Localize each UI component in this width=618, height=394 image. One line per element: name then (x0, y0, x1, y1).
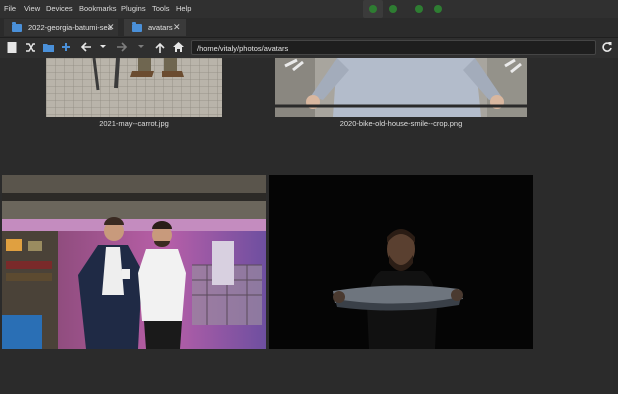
close-icon[interactable]: ✕ (107, 22, 115, 33)
home-icon[interactable] (171, 41, 185, 55)
menu-file[interactable]: File (4, 4, 16, 13)
folder-icon (132, 22, 142, 32)
workspace-indicators (363, 0, 455, 18)
tab-avatars[interactable]: avatars ✕ (124, 19, 186, 36)
forward-icon[interactable] (115, 41, 129, 55)
new-file-icon[interactable] (5, 41, 19, 55)
file-name: 2021-may--carrot.jpg (99, 119, 169, 128)
shuffle-icon[interactable] (23, 41, 37, 55)
up-icon[interactable] (153, 41, 167, 55)
path-input[interactable]: /home/vitaly/photos/avatars (191, 40, 596, 55)
menu-plugins[interactable]: Plugins (121, 4, 146, 13)
file-thumbnail-bike[interactable] (275, 58, 527, 117)
workspace-dot-3[interactable] (415, 5, 423, 13)
menu-view[interactable]: View (24, 4, 40, 13)
refresh-icon[interactable] (600, 41, 614, 55)
scrollbar[interactable] (613, 58, 618, 394)
tab-georgia[interactable]: 2022-georgia-batumi-sea ✕ (4, 19, 118, 36)
tab-bar: 2022-georgia-batumi-sea ✕ avatars ✕ (0, 18, 618, 38)
back-icon[interactable] (78, 41, 92, 55)
folder-icon (12, 22, 22, 32)
file-thumbnail-portrait[interactable] (269, 175, 533, 349)
file-grid: 2021-may--carrot.jpg 2020-bike-old-house… (0, 58, 618, 394)
menu-devices[interactable]: Devices (46, 4, 73, 13)
menu-tools[interactable]: Tools (152, 4, 170, 13)
workspace-dot-2[interactable] (389, 5, 397, 13)
menu-help[interactable]: Help (176, 4, 191, 13)
file-thumbnail-carrot[interactable] (46, 58, 222, 117)
menu-bar: File View Devices Bookmarks Plugins Tool… (0, 0, 618, 18)
tab-label: 2022-georgia-batumi-sea (28, 23, 112, 32)
workspace-dot-1[interactable] (369, 5, 377, 13)
plus-icon[interactable] (59, 41, 73, 55)
toolbar: /home/vitaly/photos/avatars (0, 38, 618, 58)
chevron-down-icon[interactable] (96, 41, 110, 55)
close-icon[interactable]: ✕ (173, 22, 181, 33)
menu-bookmarks[interactable]: Bookmarks (79, 4, 117, 13)
tab-label: avatars (148, 23, 173, 32)
file-thumbnail-stage[interactable] (2, 175, 266, 349)
chevron-down-icon[interactable] (134, 41, 148, 55)
folder-icon[interactable] (41, 41, 55, 55)
workspace-dot-4[interactable] (434, 5, 442, 13)
file-name: 2020-bike-old-house-smile--crop.png (339, 119, 463, 128)
